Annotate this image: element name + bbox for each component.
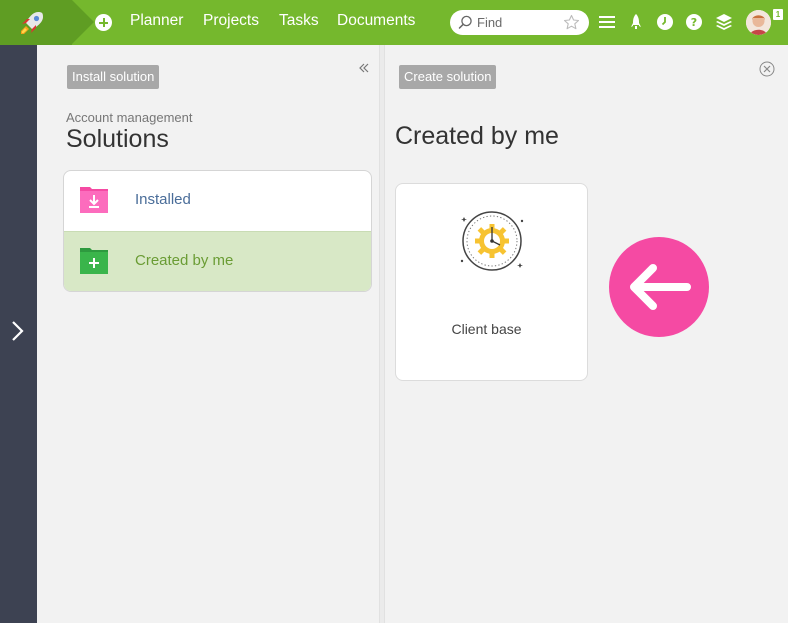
menu-icon[interactable]: [598, 13, 616, 31]
menu-item-created-by-me[interactable]: Created by me: [64, 231, 371, 291]
breadcrumb[interactable]: Account management: [66, 110, 192, 125]
install-solution-button[interactable]: Install solution: [67, 65, 160, 89]
create-solution-button[interactable]: Create solution: [399, 65, 497, 89]
download-folder-icon: [80, 187, 108, 213]
svg-text:?: ?: [691, 16, 697, 29]
add-icon[interactable]: [95, 14, 112, 31]
nav-projects[interactable]: Projects: [203, 12, 259, 30]
page-title: Solutions: [66, 125, 169, 153]
solutions-menu: Installed Created by me: [63, 170, 372, 292]
search-input[interactable]: [477, 13, 565, 32]
solution-card[interactable]: Client base: [395, 183, 588, 381]
collapsed-sidebar[interactable]: [0, 45, 37, 623]
user-photo-icon: [746, 10, 771, 35]
solution-card-label: Client base: [451, 321, 522, 337]
double-chevron-left-icon[interactable]: [358, 62, 370, 74]
menu-item-label: Created by me: [135, 252, 234, 269]
rocket-icon: [21, 12, 43, 34]
top-navigation-bar: Planner Projects Tasks Documents ?: [0, 0, 788, 45]
back-arrow-button[interactable]: [609, 237, 709, 337]
rocket-small-icon[interactable]: [627, 13, 645, 31]
nav-planner[interactable]: Planner: [130, 12, 183, 30]
logo-tab[interactable]: [0, 0, 72, 45]
menu-item-label: Installed: [135, 191, 191, 208]
layers-icon[interactable]: [715, 13, 733, 31]
solutions-panel: Install solution Account management Solu…: [37, 45, 379, 623]
chevron-right-icon[interactable]: [9, 319, 27, 343]
logo-tab-arrow: [72, 0, 94, 44]
nav-documents[interactable]: Documents: [337, 12, 415, 30]
avatar[interactable]: [746, 10, 771, 35]
nav-tasks[interactable]: Tasks: [279, 12, 319, 30]
created-by-me-panel: Create solution Created by me Client bas…: [385, 45, 788, 623]
clock-icon[interactable]: [656, 13, 674, 31]
help-icon[interactable]: ?: [685, 13, 703, 31]
search-box: [450, 10, 589, 35]
arrow-left-icon: [630, 264, 691, 310]
section-title: Created by me: [395, 122, 559, 150]
notification-badge: 1: [773, 9, 783, 20]
star-icon[interactable]: [563, 14, 580, 31]
gear-clock-icon: [460, 211, 524, 271]
menu-item-installed[interactable]: Installed: [64, 171, 371, 231]
close-icon[interactable]: [759, 61, 775, 77]
search-icon: [458, 15, 472, 29]
plus-folder-icon: [80, 248, 108, 274]
